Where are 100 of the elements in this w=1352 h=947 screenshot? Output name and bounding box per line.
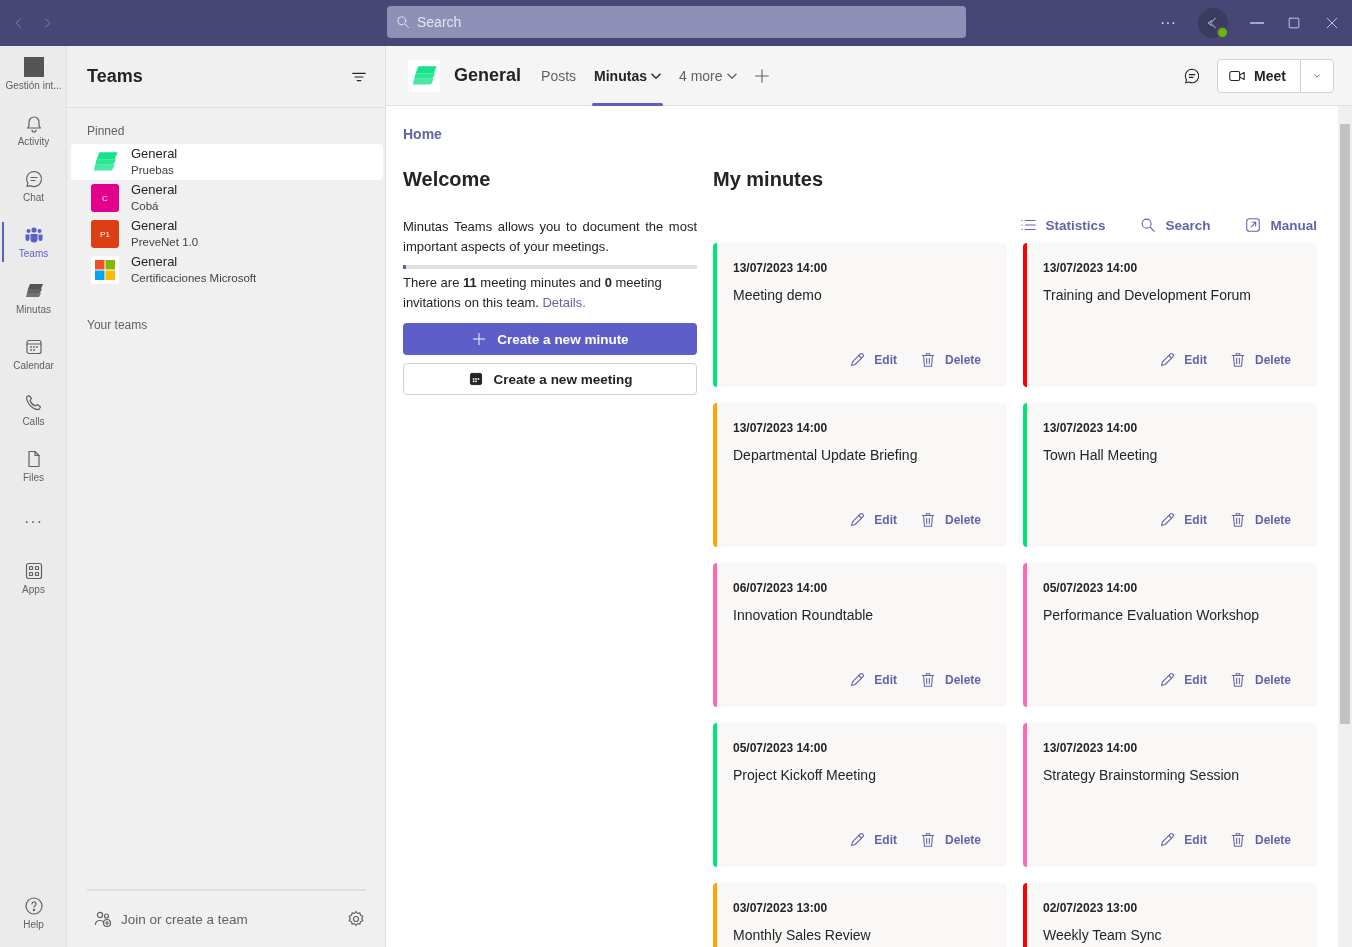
rail-item[interactable]: Calls xyxy=(0,382,67,438)
edit-button[interactable]: Edit xyxy=(1158,351,1207,369)
rail-item[interactable]: Calendar xyxy=(0,326,67,382)
rail-item[interactable]: Activity xyxy=(0,102,67,158)
tab[interactable]: 4 more xyxy=(676,45,739,106)
maximize-icon xyxy=(1286,15,1302,31)
delete-button[interactable]: Delete xyxy=(1228,671,1291,689)
edit-button[interactable]: Edit xyxy=(1158,511,1207,529)
section-label: Pinned xyxy=(86,123,126,140)
calendar-icon xyxy=(467,371,484,387)
minute-title: Monthly Sales Review xyxy=(733,927,872,943)
tab[interactable]: Minutas xyxy=(592,45,663,106)
help-button[interactable]: Help xyxy=(0,885,67,941)
minute-card[interactable]: 13/07/2023 14:00 Departmental Update Briefing Edit Delete xyxy=(713,403,1007,547)
edit-button[interactable]: Edit xyxy=(848,831,897,849)
team-item[interactable]: P1 General PreveNet 1.0 xyxy=(71,216,383,252)
organization-icon xyxy=(23,57,44,77)
chat-icon xyxy=(23,169,44,189)
calendar-icon xyxy=(23,337,44,357)
rail-item[interactable]: Teams xyxy=(0,214,67,270)
minute-card[interactable]: 03/07/2023 13:00 Monthly Sales Review xyxy=(713,883,1007,947)
delete-button[interactable]: Delete xyxy=(918,831,981,849)
minute-card[interactable]: 13/07/2023 14:00 Training and Development Forum Edit Delete xyxy=(1023,243,1317,387)
details-link[interactable]: Details. xyxy=(542,295,586,310)
edit-button[interactable]: Edit xyxy=(848,351,897,369)
teams-icon xyxy=(23,225,44,245)
section-label: Your teams xyxy=(86,317,149,334)
minute-title: Training and Development Forum xyxy=(1043,287,1253,303)
minute-card[interactable]: 05/07/2023 14:00 Project Kickoff Meeting Edit Delete xyxy=(713,723,1007,867)
pencil-icon xyxy=(1158,671,1177,689)
minute-title: Innovation Roundtable xyxy=(733,607,875,623)
add-icon xyxy=(752,66,771,85)
delete-button[interactable]: Delete xyxy=(1228,511,1291,529)
minute-card[interactable]: 06/07/2023 14:00 Innovation Roundtable Edit Delete xyxy=(713,563,1007,707)
pencil-icon xyxy=(1158,511,1177,529)
minute-title: Meeting demo xyxy=(733,287,823,303)
create-minute-button[interactable]: Create a new minute xyxy=(403,323,697,355)
minute-date: 13/07/2023 14:00 xyxy=(1043,261,1139,275)
add-icon xyxy=(471,331,488,347)
edit-button[interactable]: Edit xyxy=(1158,671,1207,689)
panel-title: Teams xyxy=(87,66,143,87)
pencil-icon xyxy=(1158,831,1177,849)
team-avatar: C xyxy=(91,184,119,212)
minute-title: Town Hall Meeting xyxy=(1043,447,1159,463)
summary-text: There are 11 meeting minutes and 0 meeting invitations on this team. Details. xyxy=(403,274,663,312)
action-link[interactable]: Statistics xyxy=(1019,216,1106,234)
phone-icon xyxy=(23,393,44,413)
edit-button[interactable]: Edit xyxy=(848,511,897,529)
delete-button[interactable]: Delete xyxy=(918,351,981,369)
team-item[interactable]: General Certificaciones Microsoft xyxy=(71,252,383,288)
action-link[interactable]: Manual xyxy=(1244,216,1317,234)
join-team-link[interactable]: Join or create a team xyxy=(121,911,338,927)
team-item[interactable]: C General Cobá xyxy=(71,180,383,216)
settings-icon xyxy=(346,909,366,929)
avatar[interactable] xyxy=(1198,8,1228,38)
minute-card[interactable]: 13/07/2023 14:00 Town Hall Meeting Edit Delete xyxy=(1023,403,1317,547)
team-item[interactable]: General Pruebas xyxy=(71,144,383,180)
team-avatar: P1 xyxy=(91,220,119,248)
minute-card[interactable]: 02/07/2023 13:00 Weekly Team Sync xyxy=(1023,883,1317,947)
section-title: My minutes xyxy=(713,168,825,191)
rail-item[interactable]: Chat xyxy=(0,158,67,214)
create-meeting-button[interactable]: Create a new meeting xyxy=(403,363,697,395)
search-icon xyxy=(395,14,411,30)
channel-name: General xyxy=(454,65,522,86)
rail-item[interactable]: Gestión int... xyxy=(0,46,67,102)
section-title: Welcome xyxy=(403,168,492,191)
pencil-icon xyxy=(848,671,867,689)
minute-date: 13/07/2023 14:00 xyxy=(733,261,829,275)
minute-date: 06/07/2023 14:00 xyxy=(733,581,829,595)
delete-button[interactable]: Delete xyxy=(1228,351,1291,369)
action-link[interactable]: Search xyxy=(1139,216,1211,234)
pencil-icon xyxy=(848,831,867,849)
rail-item[interactable]: Files xyxy=(0,438,67,494)
rail-item[interactable]: Apps xyxy=(0,550,67,606)
minute-card[interactable]: 05/07/2023 14:00 Performance Evaluation Workshop Edit Delete xyxy=(1023,563,1317,707)
more-button[interactable]: ··· xyxy=(1160,14,1176,32)
minute-card[interactable]: 13/07/2023 14:00 Strategy Brainstorming Session Edit Delete xyxy=(1023,723,1317,867)
delete-button[interactable]: Delete xyxy=(918,671,981,689)
search-icon xyxy=(1139,216,1158,234)
minute-date: 05/07/2023 14:00 xyxy=(733,741,829,755)
minute-date: 03/07/2023 13:00 xyxy=(733,901,829,915)
tab[interactable]: Posts xyxy=(539,45,579,106)
pencil-icon xyxy=(848,511,867,529)
edit-button[interactable]: Edit xyxy=(848,671,897,689)
apps-icon xyxy=(23,561,44,581)
delete-button[interactable]: Delete xyxy=(918,511,981,529)
breadcrumb-link[interactable]: Home xyxy=(403,126,1338,142)
minute-card[interactable]: 13/07/2023 14:00 Meeting demo Edit Delete xyxy=(713,243,1007,387)
pencil-icon xyxy=(848,351,867,369)
minute-title: Departmental Update Briefing xyxy=(733,447,919,463)
edit-button[interactable]: Edit xyxy=(1158,831,1207,849)
search-field[interactable]: Search xyxy=(387,6,966,38)
minute-date: 13/07/2023 14:00 xyxy=(1043,421,1139,435)
chat-icon xyxy=(1183,66,1202,85)
minute-date: 02/07/2023 13:00 xyxy=(1043,901,1139,915)
scrollbar[interactable] xyxy=(1338,106,1352,947)
delete-button[interactable]: Delete xyxy=(1228,831,1291,849)
open-external-icon xyxy=(1244,216,1263,234)
rail-item[interactable]: Minutas xyxy=(0,270,67,326)
rail-item[interactable]: ··· xyxy=(0,494,67,550)
